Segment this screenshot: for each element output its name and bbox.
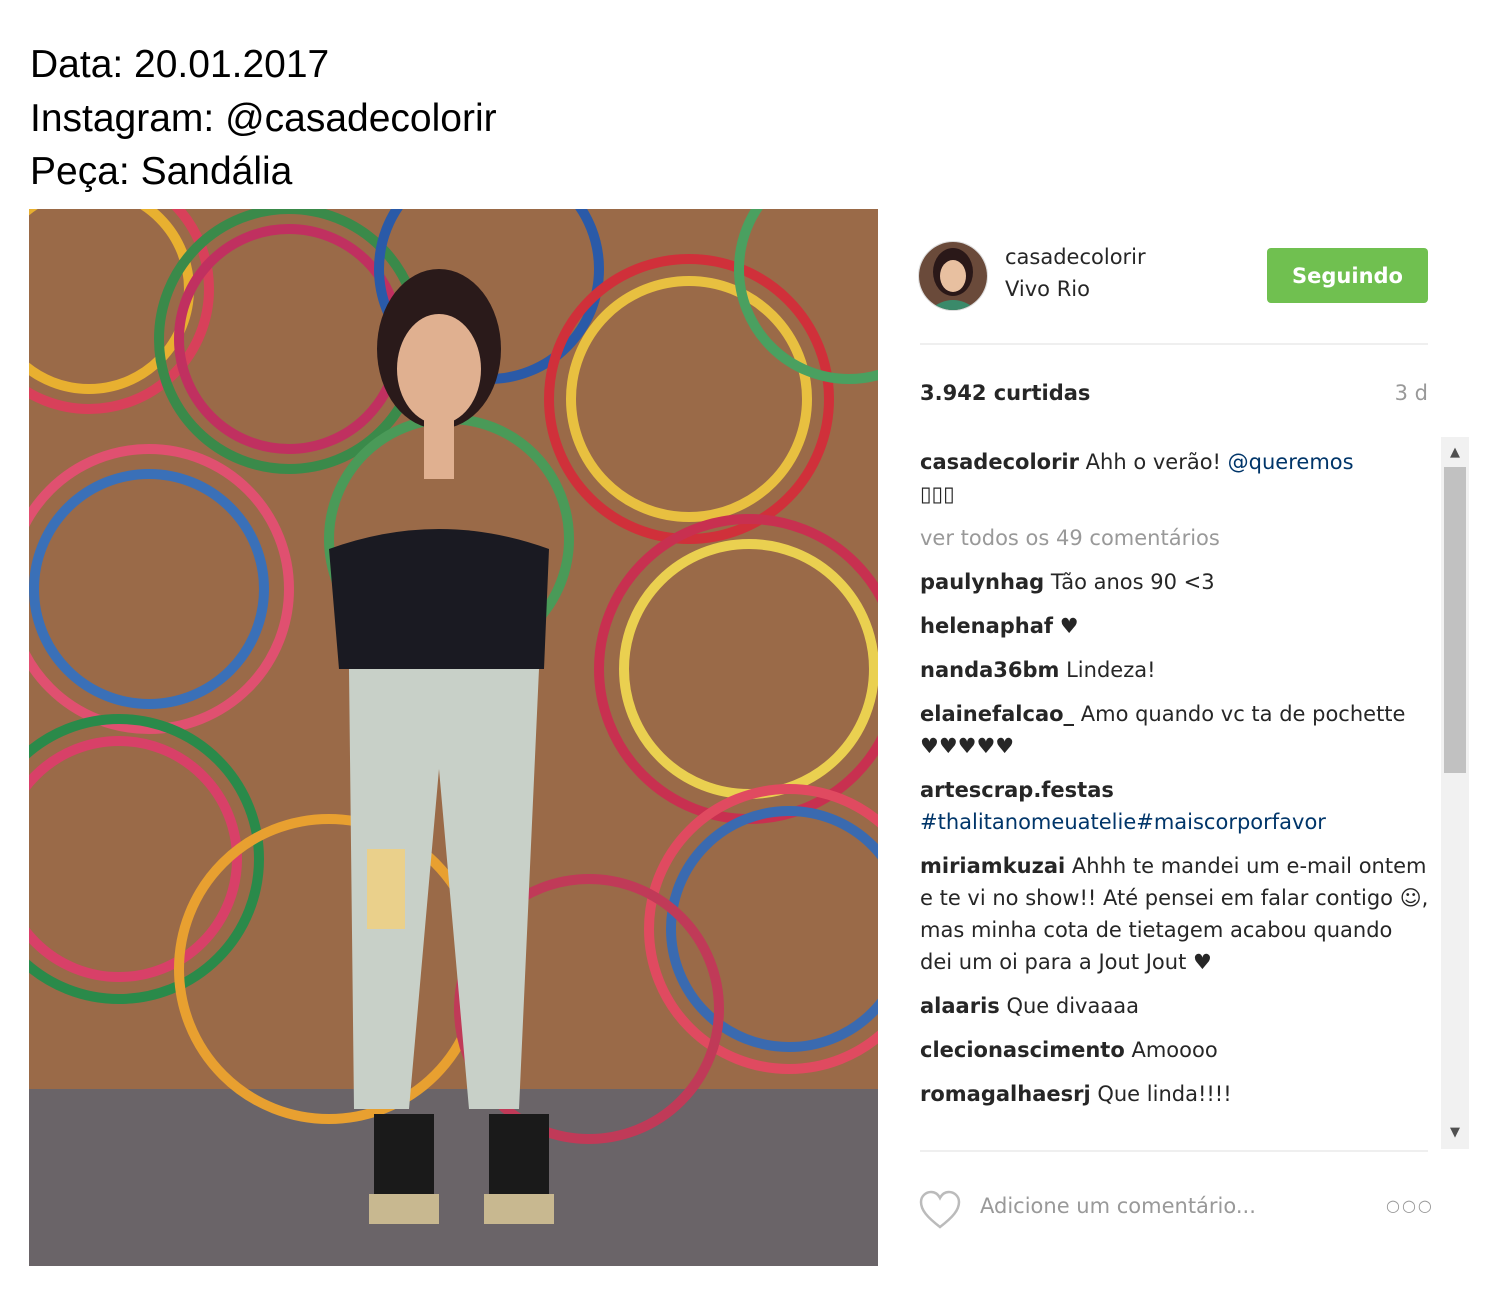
comment-username[interactable]: nanda36bm [920,658,1059,682]
comment-item: alaaris Que divaaaa [920,990,1430,1022]
date-line: Data: 20.01.2017 [30,43,330,86]
comment-text: Que linda!!!! [1097,1082,1232,1106]
caption-username[interactable]: casadecolorir [920,450,1079,474]
heart-icon[interactable] [919,1190,961,1230]
comment-username[interactable]: elainefalcao_ [920,702,1074,726]
comment-text: Que divaaaa [1006,994,1139,1018]
comment-text: Lindeza! [1066,658,1156,682]
following-button[interactable]: Seguindo [1267,248,1428,303]
comment-text: Amoooo [1131,1038,1218,1062]
likes-count[interactable]: 3.942 curtidas [920,381,1090,405]
view-all-comments-link[interactable]: ver todos os 49 comentários [920,522,1430,554]
comment-username[interactable]: paulynhag [920,570,1044,594]
comment-item: nanda36bm Lindeza! [920,654,1430,686]
post-photo[interactable] [29,209,878,1266]
divider [920,1150,1428,1152]
caption: casadecolorir Ahh o verão! @queremos ▯▯▯ [920,446,1430,510]
comment-username[interactable]: miriamkuzai [920,854,1065,878]
caption-mention[interactable]: @queremos [1228,450,1354,474]
avatar-image [919,242,987,310]
scroll-up-arrow-icon[interactable]: ▲ [1441,441,1469,465]
scroll-thumb[interactable] [1444,467,1466,773]
document-header: Data: 20.01.2017 Instagram: @casadecolor… [30,38,497,199]
comments-scrollbar[interactable]: ▲ ▼ [1441,437,1469,1149]
post-username[interactable]: casadecolorir [1005,245,1146,269]
comment-item: romagalhaesrj Que linda!!!! [920,1078,1430,1110]
photo-illustration [29,209,878,1266]
comment-item: artescrap.festas #thalitanomeuatelie#mai… [920,774,1430,838]
comment-item: paulynhag Tão anos 90 <3 [920,566,1430,598]
comment-item: helenaphaf ♥ [920,610,1430,642]
scroll-down-arrow-icon[interactable]: ▼ [1441,1121,1469,1145]
post-age[interactable]: 3 d [1395,381,1428,405]
comment-hashtag[interactable]: #thalitanomeuatelie#maiscorporfavor [920,810,1326,834]
comment-item: elainefalcao_ Amo quando vc ta de pochet… [920,698,1430,762]
avatar[interactable] [918,241,988,311]
comment-item: clecionascimento Amoooo [920,1034,1430,1066]
comments-list: casadecolorir Ahh o verão! @queremos ▯▯▯… [920,446,1430,1122]
comment-username[interactable]: romagalhaesrj [920,1082,1091,1106]
more-options-icon[interactable]: ○○○ [1386,1196,1434,1215]
comment-username[interactable]: artescrap.festas [920,778,1114,802]
comment-text: Tão anos 90 <3 [1050,570,1215,594]
comment-username[interactable]: helenaphaf [920,614,1053,638]
add-comment-input[interactable]: Adicione um comentário... [980,1194,1256,1218]
comment-username[interactable]: clecionascimento [920,1038,1125,1062]
post-location[interactable]: Vivo Rio [1005,277,1090,301]
comment-username[interactable]: alaaris [920,994,1000,1018]
comment-item: miriamkuzai Ahhh te mandei um e-mail ont… [920,850,1430,978]
caption-text: Ahh o verão! [1085,450,1221,474]
comment-text: ♥ [1059,614,1079,638]
caption-emoji: ▯▯▯ [920,482,955,506]
instagram-line: Instagram: @casadecolorir [30,96,497,140]
piece-line: Peça: Sandália [30,150,293,193]
divider [920,343,1428,345]
